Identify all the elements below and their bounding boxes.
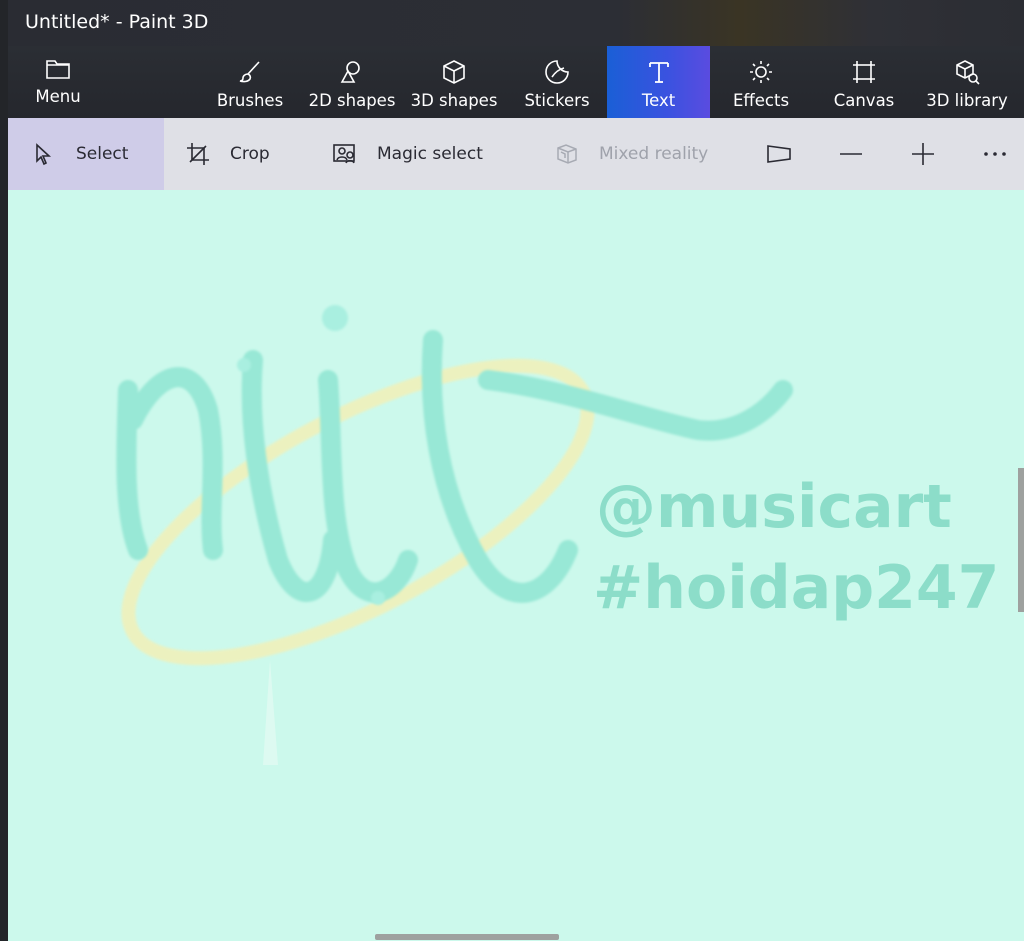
tool-label: 2D shapes bbox=[308, 91, 396, 110]
zoom-in-button[interactable] bbox=[898, 118, 948, 190]
text-icon bbox=[648, 62, 669, 83]
canvas-glare bbox=[263, 660, 278, 765]
vertical-scrollbar[interactable] bbox=[1018, 468, 1024, 612]
tool-label: Text bbox=[641, 91, 676, 110]
select-label: Select bbox=[76, 144, 129, 164]
canvas-artwork: @musicart #hoidap247 bbox=[116, 305, 999, 765]
tool-label: Canvas bbox=[833, 91, 895, 110]
3d-shapes-icon bbox=[443, 60, 465, 84]
tool-label: 3D library bbox=[926, 91, 1008, 110]
plus-icon bbox=[912, 143, 934, 165]
tool-label: Brushes bbox=[216, 91, 284, 110]
canvas-icon bbox=[853, 61, 875, 83]
watermark-line-1: @musicart bbox=[596, 472, 952, 542]
3d-library-icon bbox=[956, 60, 980, 85]
paint-3d-window: Untitled* - Paint 3D Menu Brushes 2D sha… bbox=[8, 0, 1024, 941]
brush-icon bbox=[239, 61, 260, 83]
window-title: Untitled* - Paint 3D bbox=[25, 11, 209, 33]
main-toolbar: Menu Brushes 2D shapes 3D shapes Sticker… bbox=[8, 46, 1024, 118]
tool-3d-library[interactable]: 3D library bbox=[920, 46, 1014, 118]
effects-icon bbox=[750, 61, 772, 83]
secondary-toolbar: Select Crop Magic select Mixed reality bbox=[8, 118, 1024, 190]
menu-label: Menu bbox=[35, 87, 81, 106]
tool-3d-shapes[interactable]: 3D shapes bbox=[404, 46, 504, 118]
tool-canvas[interactable]: Canvas bbox=[821, 46, 907, 118]
tool-effects[interactable]: Effects bbox=[718, 46, 804, 118]
more-options-button[interactable] bbox=[970, 118, 1020, 190]
crop-button[interactable]: Crop bbox=[186, 118, 270, 190]
crop-label: Crop bbox=[230, 144, 270, 164]
stickers-icon bbox=[545, 60, 569, 84]
view-toggle-button[interactable] bbox=[754, 118, 804, 190]
title-bar: Untitled* - Paint 3D bbox=[8, 0, 1024, 46]
mixed-reality-label: Mixed reality bbox=[599, 144, 709, 164]
horizontal-scrollbar[interactable] bbox=[375, 934, 559, 940]
mixed-reality-icon bbox=[557, 144, 577, 164]
more-icon bbox=[984, 152, 1006, 156]
perspective-view-icon bbox=[767, 145, 791, 163]
menu-button[interactable]: Menu bbox=[8, 46, 108, 118]
tool-text[interactable]: Text bbox=[607, 46, 710, 118]
tool-label: Stickers bbox=[524, 91, 590, 110]
magic-select-icon bbox=[333, 144, 355, 164]
zoom-out-button[interactable] bbox=[826, 118, 876, 190]
watermark-line-2: #hoidap247 bbox=[593, 553, 999, 623]
2d-shapes-icon bbox=[340, 61, 360, 83]
select-button[interactable]: Select bbox=[8, 118, 164, 190]
tool-stickers[interactable]: Stickers bbox=[513, 46, 601, 118]
crop-icon bbox=[187, 143, 209, 165]
tool-label: Effects bbox=[732, 91, 790, 110]
tool-2d-shapes[interactable]: 2D shapes bbox=[302, 46, 402, 118]
mixed-reality-button[interactable]: Mixed reality bbox=[555, 118, 708, 190]
folder-icon bbox=[46, 60, 70, 79]
magic-select-button[interactable]: Magic select bbox=[333, 118, 483, 190]
tool-brushes[interactable]: Brushes bbox=[208, 46, 292, 118]
tool-label: 3D shapes bbox=[410, 91, 498, 110]
pointer-icon bbox=[36, 143, 52, 166]
background-window-edge bbox=[0, 0, 8, 941]
drawing-canvas[interactable]: @musicart #hoidap247 bbox=[8, 190, 1024, 941]
magic-select-label: Magic select bbox=[377, 144, 483, 164]
minus-icon bbox=[840, 153, 862, 155]
